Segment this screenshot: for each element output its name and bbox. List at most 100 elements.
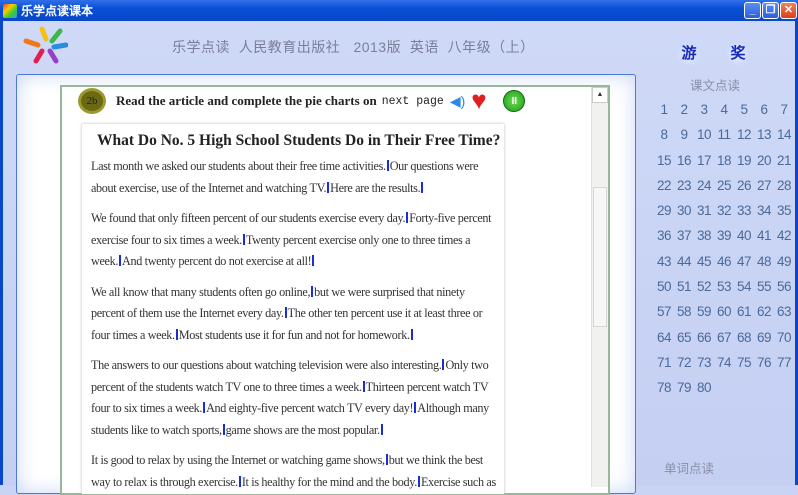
audio-marker[interactable] bbox=[414, 402, 417, 413]
page-link-48[interactable]: 48 bbox=[754, 249, 774, 274]
page-link-6[interactable]: 6 bbox=[754, 97, 774, 122]
page-link-51[interactable]: 51 bbox=[674, 274, 694, 299]
page-link-40[interactable]: 40 bbox=[734, 223, 754, 248]
page-link-68[interactable]: 68 bbox=[734, 325, 754, 350]
page-link-79[interactable]: 79 bbox=[674, 375, 694, 400]
audio-marker[interactable] bbox=[362, 380, 365, 392]
page-link-39[interactable]: 39 bbox=[714, 223, 734, 248]
page-link-64[interactable]: 64 bbox=[654, 325, 674, 350]
page-link-58[interactable]: 58 bbox=[674, 299, 694, 324]
page-link-16[interactable]: 16 bbox=[674, 148, 694, 173]
audio-marker[interactable] bbox=[312, 255, 315, 266]
page-link-17[interactable]: 17 bbox=[694, 148, 714, 173]
page-link-61[interactable]: 61 bbox=[734, 299, 754, 324]
page-link-47[interactable]: 47 bbox=[734, 249, 754, 274]
page-link-29[interactable]: 29 bbox=[654, 198, 674, 223]
audio-marker[interactable] bbox=[222, 423, 225, 435]
audio-marker[interactable] bbox=[380, 423, 383, 435]
page-link-23[interactable]: 23 bbox=[674, 173, 694, 198]
sentence[interactable]: Here are the results. bbox=[330, 181, 420, 195]
page-link-3[interactable]: 3 bbox=[694, 97, 714, 122]
page-link-31[interactable]: 31 bbox=[694, 198, 714, 223]
page-link-38[interactable]: 38 bbox=[694, 223, 714, 248]
sentence[interactable]: It is good to relax by using the Interne… bbox=[91, 453, 385, 467]
page-link-33[interactable]: 33 bbox=[734, 198, 754, 223]
page-link-1[interactable]: 1 bbox=[654, 97, 674, 122]
page-link-22[interactable]: 22 bbox=[654, 173, 674, 198]
close-button[interactable]: ✕ bbox=[780, 2, 797, 19]
sentence[interactable]: We all know that many students often go … bbox=[91, 285, 311, 299]
page-link-37[interactable]: 37 bbox=[674, 223, 694, 248]
page-link-44[interactable]: 44 bbox=[674, 249, 694, 274]
sentence[interactable]: Last month we asked our students about t… bbox=[91, 159, 386, 173]
page-link-73[interactable]: 73 bbox=[694, 350, 714, 375]
page-link-80[interactable]: 80 bbox=[694, 375, 714, 400]
page-link-49[interactable]: 49 bbox=[774, 249, 794, 274]
page-link-45[interactable]: 45 bbox=[694, 249, 714, 274]
page-link-12[interactable]: 12 bbox=[734, 122, 754, 147]
page-link-46[interactable]: 46 bbox=[714, 249, 734, 274]
page-link-53[interactable]: 53 bbox=[714, 274, 734, 299]
page-link-13[interactable]: 13 bbox=[754, 122, 774, 147]
audio-marker[interactable] bbox=[406, 212, 409, 223]
page-link-32[interactable]: 32 bbox=[714, 198, 734, 223]
page-link-76[interactable]: 76 bbox=[754, 350, 774, 375]
headphone-badge-icon[interactable]: 2b bbox=[78, 88, 106, 114]
audio-marker[interactable] bbox=[327, 181, 330, 193]
audio-marker[interactable] bbox=[385, 454, 388, 465]
page-link-52[interactable]: 52 bbox=[694, 274, 714, 299]
audio-marker[interactable] bbox=[203, 402, 206, 413]
page-link-24[interactable]: 24 bbox=[694, 173, 714, 198]
pause-icon[interactable]: II bbox=[503, 90, 526, 112]
page-link-21[interactable]: 21 bbox=[774, 148, 794, 173]
page-link-75[interactable]: 75 bbox=[734, 350, 754, 375]
sentence[interactable]: And eighty-five percent watch TV every d… bbox=[206, 401, 414, 415]
page-link-67[interactable]: 67 bbox=[714, 325, 734, 350]
prize-button[interactable]: 奖 bbox=[725, 41, 751, 67]
page-link-71[interactable]: 71 bbox=[654, 350, 674, 375]
audio-marker[interactable] bbox=[311, 285, 314, 297]
page-link-63[interactable]: 63 bbox=[774, 299, 794, 324]
page-link-30[interactable]: 30 bbox=[674, 198, 694, 223]
page-link-2[interactable]: 2 bbox=[674, 97, 694, 122]
audio-marker[interactable] bbox=[421, 181, 424, 193]
audio-marker[interactable] bbox=[242, 233, 245, 245]
page-link-20[interactable]: 20 bbox=[754, 148, 774, 173]
page-link-14[interactable]: 14 bbox=[774, 122, 794, 147]
page-link-43[interactable]: 43 bbox=[654, 249, 674, 274]
page-link-77[interactable]: 77 bbox=[774, 350, 794, 375]
scroll-up-icon[interactable]: ▲ bbox=[592, 87, 608, 103]
page-link-50[interactable]: 50 bbox=[654, 274, 674, 299]
page-link-78[interactable]: 78 bbox=[654, 375, 674, 400]
page-link-8[interactable]: 8 bbox=[654, 122, 674, 147]
page-link-25[interactable]: 25 bbox=[714, 173, 734, 198]
page-link-27[interactable]: 27 bbox=[754, 173, 774, 198]
page-link-62[interactable]: 62 bbox=[754, 299, 774, 324]
sentence[interactable]: And twenty percent do not exercise at al… bbox=[122, 254, 312, 268]
page-link-9[interactable]: 9 bbox=[674, 122, 694, 147]
sentence[interactable]: The answers to our questions about watch… bbox=[91, 358, 442, 372]
speaker-icon[interactable]: ◀) bbox=[450, 93, 465, 110]
page-link-34[interactable]: 34 bbox=[754, 198, 774, 223]
heart-favorite-icon[interactable]: ♥ bbox=[471, 87, 497, 113]
page-link-55[interactable]: 55 bbox=[754, 274, 774, 299]
page-link-41[interactable]: 41 bbox=[754, 223, 774, 248]
page-link-36[interactable]: 36 bbox=[654, 223, 674, 248]
page-link-35[interactable]: 35 bbox=[774, 198, 794, 223]
page-link-74[interactable]: 74 bbox=[714, 350, 734, 375]
page-link-57[interactable]: 57 bbox=[654, 299, 674, 324]
audio-marker[interactable] bbox=[386, 160, 389, 171]
page-link-56[interactable]: 56 bbox=[774, 274, 794, 299]
page-link-4[interactable]: 4 bbox=[714, 97, 734, 122]
sentence[interactable]: It is healthy for the mind and the body. bbox=[242, 475, 417, 489]
page-link-59[interactable]: 59 bbox=[694, 299, 714, 324]
page-link-15[interactable]: 15 bbox=[654, 148, 674, 173]
page-link-65[interactable]: 65 bbox=[674, 325, 694, 350]
page-link-18[interactable]: 18 bbox=[714, 148, 734, 173]
page-link-19[interactable]: 19 bbox=[734, 148, 754, 173]
audio-marker[interactable] bbox=[119, 255, 122, 266]
page-link-10[interactable]: 10 bbox=[694, 122, 714, 147]
audio-marker[interactable] bbox=[175, 328, 178, 340]
page-link-7[interactable]: 7 bbox=[774, 97, 794, 122]
sentence[interactable]: Most students use it for fun and not for… bbox=[179, 328, 410, 342]
